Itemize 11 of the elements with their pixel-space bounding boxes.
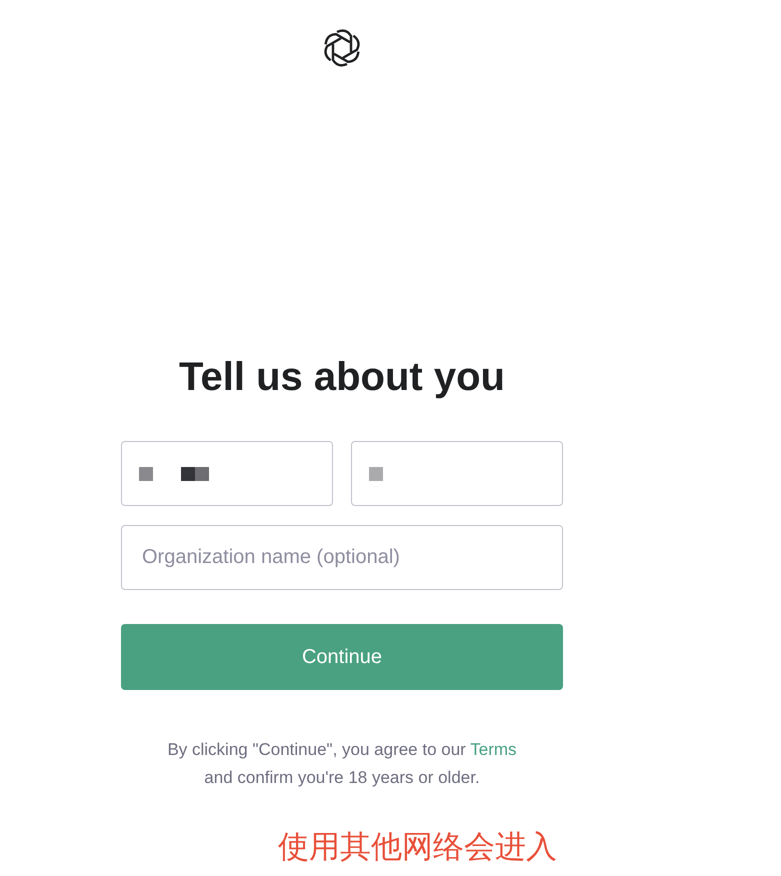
input-field[interactable] xyxy=(351,441,563,506)
caption-text: 使用其他网络会进入 xyxy=(278,828,557,867)
input-field[interactable]: Organization name (optional) xyxy=(121,525,563,590)
terms-link[interactable]: Terms xyxy=(470,740,517,759)
continue-button[interactable]: Continue xyxy=(121,624,563,690)
redaction-mark xyxy=(139,466,209,480)
legal-text: By clicking "Continue", you agree to our xyxy=(167,740,466,759)
redaction-mark xyxy=(369,466,383,480)
page-heading: Tell us about you xyxy=(178,354,506,401)
legal-text: and confirm you're 18 years or older. xyxy=(204,768,480,787)
input-field[interactable] xyxy=(121,441,333,506)
